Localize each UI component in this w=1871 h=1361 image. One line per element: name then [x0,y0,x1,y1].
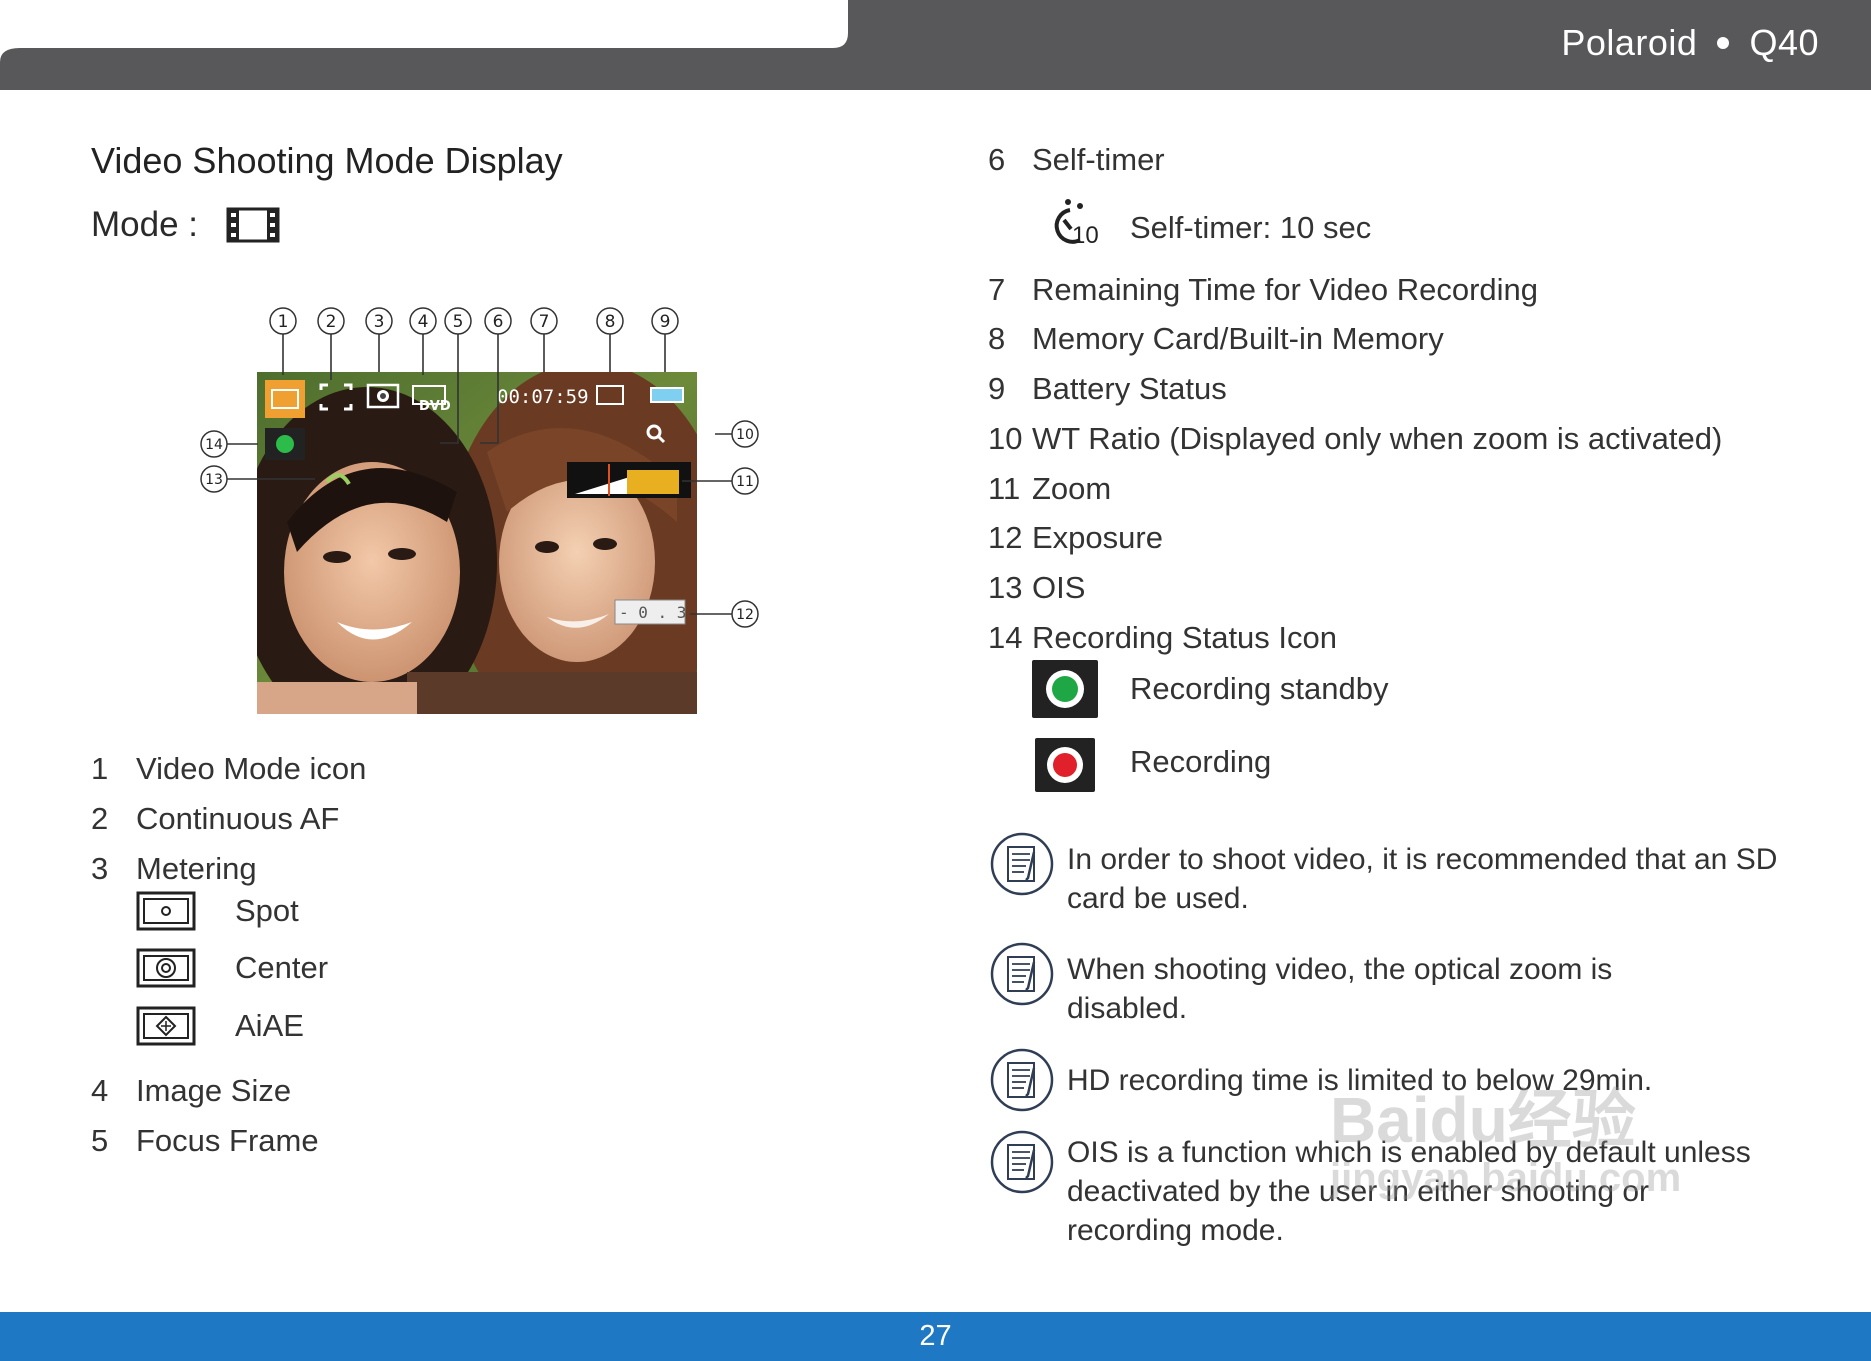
list-item-num: 6 [988,142,1006,177]
callout-4: 4 [418,312,429,332]
list-item-num: 2 [91,801,109,836]
callout-10: 10 [736,427,754,443]
metering-aiae-label: AiAE [235,1008,304,1043]
note-icon [990,832,1054,896]
recording-label: Recording [1130,744,1272,779]
callout-12: 12 [736,607,754,623]
list-item-label: OIS [1032,570,1086,605]
brand-header: Polaroid Q40 [1561,22,1819,64]
callout-8: 8 [605,312,616,332]
note-icon [990,1130,1054,1194]
list-item-label: Self-timer [1032,142,1165,177]
list-item-num: 8 [988,321,1006,356]
list-item-label: Recording Status Icon [1032,620,1338,655]
brand-name: Polaroid [1561,22,1698,63]
list-item-label: Zoom [1032,471,1112,506]
list-item-label: Focus Frame [136,1123,319,1158]
self-timer-label: Self-timer: 10 sec [1130,210,1372,245]
note-text: In order to shoot video, it is recommend… [1067,843,1778,915]
list-item-num: 5 [91,1123,109,1158]
recording-standby-label: Recording standby [1130,671,1389,706]
list-item-num: 13 [988,570,1023,605]
mode-label: Mode : [91,205,198,244]
metering-spot-label: Spot [235,893,299,928]
page-number: 27 [919,1320,952,1352]
callout-5: 5 [453,312,464,332]
footer-bar: 27 [0,1312,1871,1361]
recording-standby-icon [1032,660,1098,718]
callout-layer: 1 2 3 4 5 6 7 8 9 10 11 12 13 14 [200,307,759,628]
list-item-label: Remaining Time for Video Recording [1032,272,1539,307]
callout-7: 7 [539,312,550,332]
list-item-num: 11 [988,471,1021,506]
center-metering-icon [136,948,196,988]
callout-1: 1 [278,312,289,332]
list-item-num: 7 [988,272,1006,307]
watermark-line2: jingyan.baidu.com [1330,1156,1682,1200]
list-item-num: 3 [91,851,109,886]
spot-metering-icon [136,891,196,931]
list-item-label: Exposure [1032,520,1163,555]
list-item-label: Continuous AF [136,801,340,836]
bullet-icon [1717,37,1730,50]
callout-3: 3 [374,312,385,332]
callout-14: 14 [205,437,223,453]
page-title: Video Shooting Mode Display [91,140,563,181]
metering-center-label: Center [235,950,329,985]
list-item-num: 9 [988,371,1006,406]
note-text: When shooting video, the optical zoom is… [1067,953,1613,1025]
callout-6: 6 [493,312,504,332]
self-timer-icon: 10 [1040,196,1100,252]
note-icon [990,1048,1054,1112]
video-mode-icon [226,207,280,243]
list-item-label: Video Mode icon [136,751,367,786]
list-item-label: Image Size [136,1073,292,1108]
callout-9: 9 [660,312,671,332]
callout-2: 2 [326,312,337,332]
aiae-metering-icon [136,1006,196,1046]
watermark: Baidu经验 jingyan.baidu.com [1330,1085,1681,1201]
model-name: Q40 [1749,22,1819,63]
list-item-num: 4 [91,1073,109,1108]
list-item-num: 14 [988,620,1023,655]
list-item-label: Metering [136,851,257,886]
callout-11: 11 [736,474,754,490]
recording-icon [1035,738,1095,792]
note-icon [990,942,1054,1006]
list-item-num: 10 [988,421,1023,456]
list-item-num: 12 [988,520,1023,555]
callout-13: 13 [205,472,223,488]
list-item-label: WT Ratio (Displayed only when zoom is ac… [1032,421,1723,456]
list-item-label: Memory Card/Built-in Memory [1032,321,1444,356]
list-item-label: Battery Status [1032,371,1227,406]
list-item-num: 1 [91,751,109,786]
watermark-line1: Baidu经验 [1330,1084,1636,1156]
self-timer-icon-number: 10 [1072,222,1099,249]
